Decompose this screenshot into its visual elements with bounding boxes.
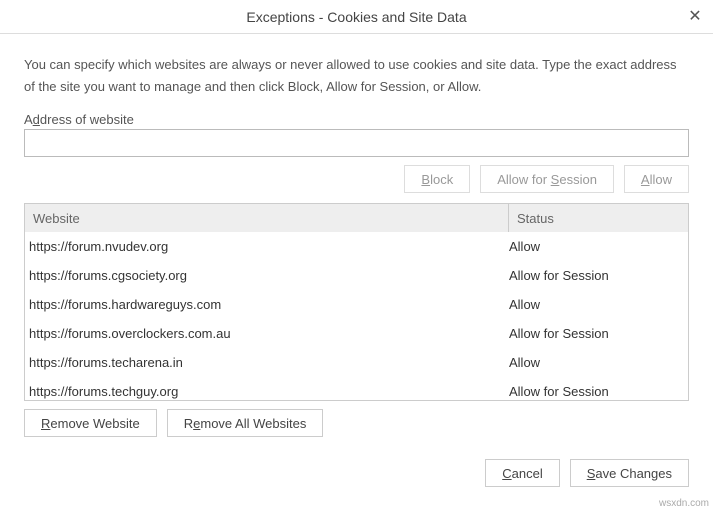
close-icon[interactable]: ✕ bbox=[685, 6, 705, 26]
save-changes-button[interactable]: Save Changes bbox=[570, 459, 689, 487]
table-row[interactable]: https://forum.nvudev.org Allow bbox=[25, 232, 688, 261]
table-row[interactable]: https://forums.techarena.in Allow bbox=[25, 348, 688, 377]
table-row[interactable]: https://forums.techguy.org Allow for Ses… bbox=[25, 377, 688, 400]
content-area: You can specify which websites are alway… bbox=[0, 34, 713, 501]
table-row[interactable]: https://forums.hardwareguys.com Allow bbox=[25, 290, 688, 319]
cell-website: https://forums.overclockers.com.au bbox=[29, 326, 509, 341]
titlebar: Exceptions - Cookies and Site Data ✕ bbox=[0, 0, 713, 34]
block-button[interactable]: Block bbox=[404, 165, 470, 193]
remove-all-websites-button[interactable]: Remove All Websites bbox=[167, 409, 324, 437]
address-input[interactable] bbox=[24, 129, 689, 157]
cell-status: Allow for Session bbox=[509, 384, 688, 399]
exception-buttons-row: Block Allow for Session Allow bbox=[24, 165, 689, 193]
remove-buttons-row: Remove Website Remove All Websites bbox=[24, 409, 689, 437]
table-row[interactable]: https://forums.cgsociety.org Allow for S… bbox=[25, 261, 688, 290]
watermark: wsxdn.com bbox=[659, 498, 709, 509]
exceptions-table: Website Status https://forum.nvudev.org … bbox=[24, 203, 689, 401]
table-body[interactable]: https://forum.nvudev.org Allow https://f… bbox=[25, 232, 688, 400]
allow-for-session-button[interactable]: Allow for Session bbox=[480, 165, 614, 193]
table-row[interactable]: https://forums.overclockers.com.au Allow… bbox=[25, 319, 688, 348]
cell-status: Allow bbox=[509, 355, 688, 370]
cell-website: https://forums.cgsociety.org bbox=[29, 268, 509, 283]
cell-website: https://forum.nvudev.org bbox=[29, 239, 509, 254]
remove-website-button[interactable]: Remove Website bbox=[24, 409, 157, 437]
dialog-buttons-row: Cancel Save Changes bbox=[24, 459, 689, 487]
table-header: Website Status bbox=[25, 204, 688, 232]
address-label: Address of website bbox=[24, 112, 689, 127]
allow-button[interactable]: Allow bbox=[624, 165, 689, 193]
dialog-title: Exceptions - Cookies and Site Data bbox=[246, 9, 466, 25]
header-status[interactable]: Status bbox=[509, 211, 688, 226]
cell-status: Allow for Session bbox=[509, 326, 688, 341]
intro-text: You can specify which websites are alway… bbox=[24, 54, 689, 98]
header-website[interactable]: Website bbox=[25, 204, 509, 232]
cancel-button[interactable]: Cancel bbox=[485, 459, 559, 487]
cell-website: https://forums.techguy.org bbox=[29, 384, 509, 399]
cell-website: https://forums.hardwareguys.com bbox=[29, 297, 509, 312]
cell-status: Allow bbox=[509, 297, 688, 312]
cell-website: https://forums.techarena.in bbox=[29, 355, 509, 370]
cell-status: Allow bbox=[509, 239, 688, 254]
cell-status: Allow for Session bbox=[509, 268, 688, 283]
